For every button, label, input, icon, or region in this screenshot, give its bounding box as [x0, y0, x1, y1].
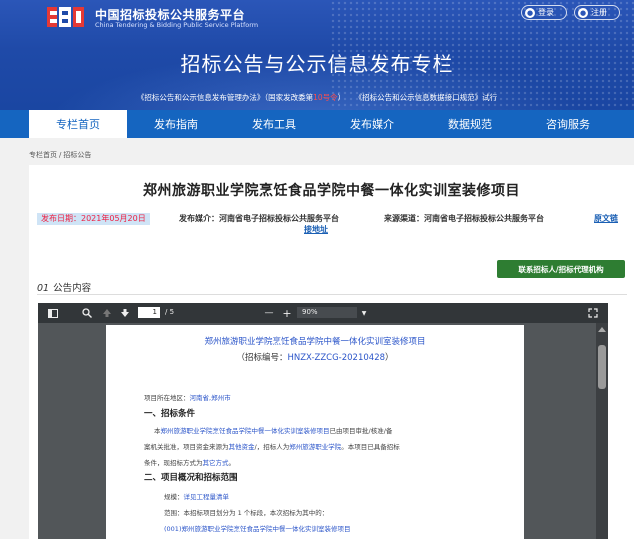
login-label: 登录	[538, 8, 554, 17]
original-link[interactable]: 原文链	[594, 213, 618, 224]
doc-location: 项目所在地区：河南省,郑州市	[144, 392, 231, 402]
doc-tender-method: 其它方式	[202, 459, 229, 467]
section-number: 01	[37, 283, 50, 294]
doc-text: 案机关批准，项目资金来源为	[144, 443, 229, 451]
doc-condition-line-2: 案机关批准，项目资金来源为其他资金/，招标人为郑州旅游职业学院。本项目已具备招标	[144, 441, 400, 451]
doc-tenderer: 郑州旅游职业学院	[289, 443, 342, 451]
page-number-input[interactable]: 1	[138, 307, 160, 318]
zoom-in-button[interactable]: +	[281, 303, 293, 323]
section-divider	[37, 294, 627, 295]
doc-scope: 范围：本招标项目划分为 1 个标段，本次招标为其中的：	[164, 509, 329, 517]
main-nav: 专栏首页 发布指南 发布工具 发布媒介 数据规范 咨询服务	[0, 110, 634, 138]
source-channel: 来源渠道：河南省电子招标投标公共服务平台	[384, 214, 544, 223]
doc-lot-name: (001)郑州旅游职业学院烹饪食品学院中餐一体化实训室装修项目	[164, 525, 351, 533]
fullscreen-icon[interactable]	[586, 303, 600, 323]
doc-code-prefix: （招标编号：	[236, 353, 288, 363]
original-link-continued[interactable]: 接地址	[304, 224, 328, 235]
doc-project-name: 郑州旅游职业学院烹饪食品学院中餐一体化实训室装修项目	[160, 427, 330, 435]
doc-scale: 规模：详见工程量清单	[164, 491, 229, 501]
zoom-select[interactable]: 90%	[297, 307, 357, 318]
doc-title: 郑州旅游职业学院烹饪食品学院中餐一体化实训室装修项目	[204, 337, 426, 347]
publish-media: 发布媒介：河南省电子招标投标公共服务平台	[179, 214, 339, 223]
doc-code: （招标编号：HNZX-ZZCG-20210428）	[106, 351, 524, 363]
contact-tenderer-button[interactable]: 联系招标人/招标代理机构	[497, 260, 625, 278]
search-icon[interactable]	[80, 303, 94, 323]
doc-condition-line-3: 条件，现招标方式为其它方式。	[144, 457, 235, 467]
user-add-icon: ●	[578, 7, 588, 18]
policy-order-number[interactable]: 10号令	[313, 93, 338, 102]
doc-section-2: 二、项目概况和招标范围	[144, 473, 238, 483]
doc-text: 。本项目已具备招标	[341, 443, 400, 451]
breadcrumb-current: 招标公告	[63, 151, 92, 159]
pdf-page: 郑州旅游职业学院烹饪食品学院中餐一体化实训室装修项目 （招标编号：HNZX-ZZ…	[106, 325, 524, 539]
section-heading: 01 公告内容	[37, 280, 91, 294]
previous-page-icon[interactable]	[100, 303, 114, 323]
site-name-english: China Tendering & Bidding Public Service…	[95, 21, 259, 29]
nav-item-home[interactable]: 专栏首页	[29, 110, 127, 138]
pdf-viewer[interactable]: 1 / 5 — + 90% ▼ 郑州旅游职业学院烹饪食品学院中餐一体化实训室装修…	[38, 303, 608, 539]
login-button[interactable]: ● 登录	[521, 5, 567, 20]
user-icon: ●	[525, 7, 535, 18]
article-title: 郑州旅游职业学院烹饪食品学院中餐一体化实训室装修项目	[143, 183, 520, 199]
nav-item-consulting[interactable]: 咨询服务	[519, 110, 617, 138]
pdf-scrollbar[interactable]	[596, 323, 608, 539]
platform-logo-icon[interactable]	[46, 4, 86, 30]
doc-condition-line-1: 本郑州旅游职业学院烹饪食品学院中餐一体化实训室装修项目已由项目审批/核准/备	[154, 425, 392, 435]
sidebar-toggle-icon[interactable]	[46, 303, 60, 323]
page-total: / 5	[165, 308, 175, 316]
nav-item-guide[interactable]: 发布指南	[127, 110, 225, 138]
policy-link-interface[interactable]: 《招标公告和公示信息数据接口规范》试行	[355, 93, 498, 102]
doc-fund-source: 其他资金	[228, 443, 255, 451]
doc-text: 。	[228, 459, 236, 467]
pdf-toolbar: 1 / 5 — + 90% ▼	[38, 303, 608, 323]
doc-text: /，招标人为	[254, 443, 290, 451]
doc-code-value: HNZX-ZZCG-20210428	[287, 353, 386, 363]
doc-location-value: 河南省,郑州市	[189, 394, 231, 402]
doc-text: 条件，现招标方式为	[144, 459, 203, 467]
scroll-thumb[interactable]	[598, 345, 606, 389]
policy-notice: 《招标公告和公示信息发布管理办法》（国家发改委第10号令） 《招标公告和公示信息…	[0, 92, 634, 103]
policy-close: ）	[337, 93, 346, 102]
chevron-down-icon[interactable]: ▼	[360, 303, 368, 323]
breadcrumb: 专栏首页 / 招标公告	[29, 150, 91, 160]
policy-link-measures[interactable]: 《招标公告和公示信息发布管理办法》（国家发改委第	[137, 93, 313, 102]
scroll-up-icon[interactable]	[598, 327, 606, 332]
publish-date: 发布日期：2021年05月20日	[37, 213, 150, 225]
doc-location-label: 项目所在地区：	[144, 394, 190, 402]
next-page-icon[interactable]	[118, 303, 132, 323]
nav-item-standards[interactable]: 数据规范	[421, 110, 519, 138]
header-banner: 中国招标投标公共服务平台 China Tendering & Bidding P…	[0, 0, 634, 110]
doc-text: 已由项目审批/核准/备	[329, 427, 393, 435]
breadcrumb-home[interactable]: 专栏首页	[29, 151, 57, 159]
doc-code-suffix: ）	[385, 353, 394, 363]
page-title: 招标公告与公示信息发布专栏	[180, 52, 454, 76]
nav-item-media[interactable]: 发布媒介	[323, 110, 421, 138]
doc-scale-value: 详见工程量清单	[183, 493, 230, 501]
section-title: 公告内容	[53, 283, 92, 294]
register-label: 注册	[591, 8, 607, 17]
doc-lot: (001)郑州旅游职业学院烹饪食品学院中餐一体化实训室装修项目	[164, 523, 350, 533]
nav-item-tools[interactable]: 发布工具	[225, 110, 323, 138]
doc-scale-label: 规模：	[164, 493, 184, 501]
breadcrumb-separator: /	[59, 151, 62, 159]
zoom-out-button[interactable]: —	[263, 303, 275, 323]
register-button[interactable]: ● 注册	[574, 5, 620, 20]
doc-section-1: 一、招标条件	[144, 409, 196, 419]
